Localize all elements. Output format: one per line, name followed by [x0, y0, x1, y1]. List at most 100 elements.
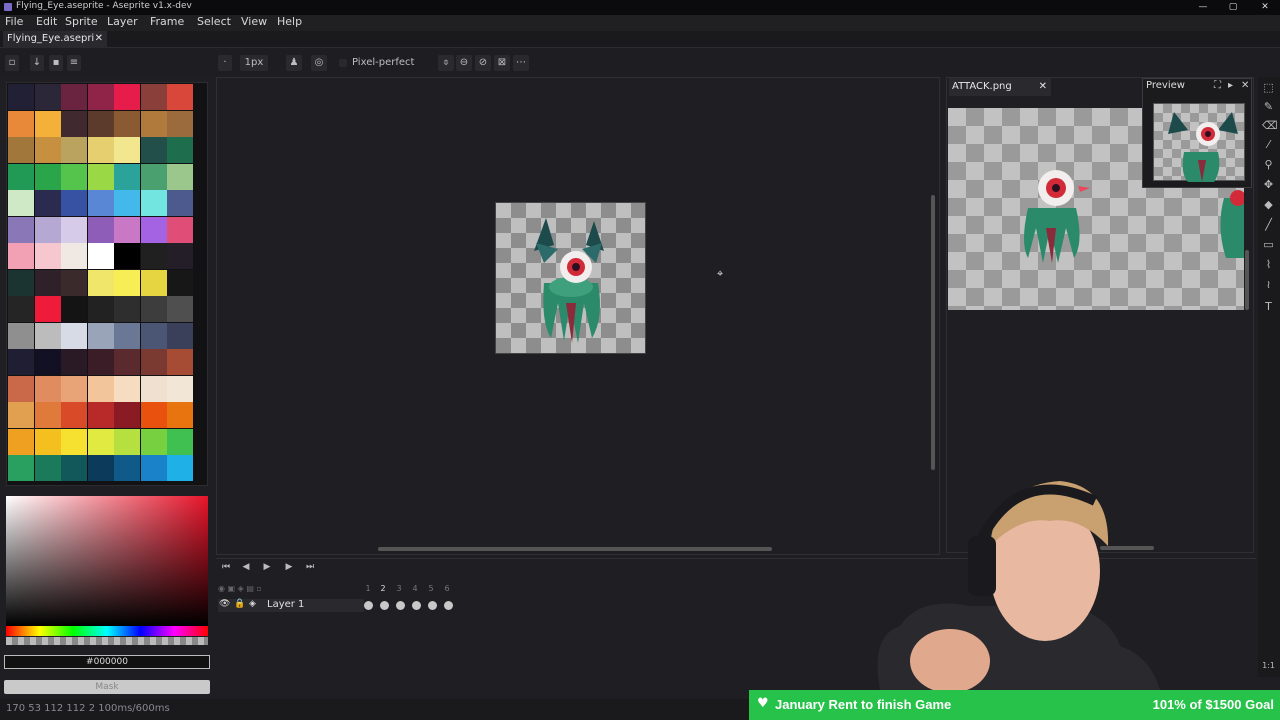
palette-swatch[interactable]	[167, 349, 193, 375]
lock-layer-icon[interactable]: 🔒	[234, 599, 245, 609]
editor2-scrollbar[interactable]	[1245, 250, 1249, 310]
palette-swatch[interactable]	[87, 375, 114, 402]
eyedropper-tool-icon[interactable]: ⁄	[1262, 138, 1275, 151]
palette-swatch[interactable]	[167, 243, 193, 269]
prev-frame-icon[interactable]: ◀	[238, 562, 254, 574]
brush-size-field[interactable]: 1px	[240, 55, 268, 71]
palette-swatch[interactable]	[87, 349, 114, 375]
palette-swatch[interactable]	[34, 269, 61, 296]
palette-swatch[interactable]	[87, 163, 114, 190]
palette-swatch[interactable]	[87, 216, 114, 243]
palette-swatch[interactable]	[114, 349, 140, 375]
palette-swatch[interactable]	[61, 322, 87, 349]
palette-swatch[interactable]	[61, 375, 87, 402]
palette-swatch[interactable]	[34, 84, 61, 110]
pencil-tool-icon[interactable]: ✎	[1262, 100, 1275, 113]
palette-swatch[interactable]	[8, 375, 34, 402]
menu-file[interactable]: File	[5, 15, 23, 31]
palette-swatch[interactable]	[167, 216, 193, 243]
palette-swatch[interactable]	[87, 243, 114, 269]
palette-swatch[interactable]	[61, 243, 87, 269]
pixel-perfect-checkbox[interactable]	[339, 59, 347, 67]
arrow-down-icon[interactable]: ↓	[30, 55, 44, 71]
horizontal-scrollbar[interactable]	[378, 547, 772, 551]
horizontal-symmetry-icon[interactable]: ⊖	[456, 55, 472, 71]
cel[interactable]	[428, 601, 437, 610]
palette-swatch[interactable]	[8, 455, 34, 481]
palette-swatch[interactable]	[114, 375, 140, 402]
palette-swatch[interactable]	[114, 216, 140, 243]
palette-swatch[interactable]	[167, 137, 193, 163]
menu-help[interactable]: Help	[277, 15, 302, 31]
palette-swatch[interactable]	[34, 375, 61, 402]
palette-swatch[interactable]	[61, 296, 87, 322]
preview-close-icon[interactable]: ✕	[1241, 80, 1249, 91]
palette-swatch[interactable]	[167, 322, 193, 349]
palette-swatch[interactable]	[140, 269, 167, 296]
close-window-button[interactable]: ✕	[1250, 0, 1280, 15]
palette-swatch[interactable]	[167, 84, 193, 110]
palette-swatch[interactable]	[87, 428, 114, 455]
preview-play-icon[interactable]: ⛶	[1214, 80, 1221, 91]
palette-swatch[interactable]	[61, 163, 87, 190]
move-tool-icon[interactable]: ✥	[1262, 178, 1275, 191]
frame-header[interactable]: 4	[409, 584, 421, 593]
hue-slider[interactable]	[6, 626, 208, 636]
text-tool-icon[interactable]: T	[1262, 300, 1275, 313]
palette-swatch[interactable]	[8, 296, 34, 322]
palette-swatch[interactable]	[114, 269, 140, 296]
palette-swatch[interactable]	[34, 455, 61, 481]
palette-swatch[interactable]	[140, 402, 167, 428]
zoom-1-1-icon[interactable]: 1:1	[1262, 659, 1275, 672]
last-frame-icon[interactable]: ⏭	[302, 562, 318, 574]
palette-swatch[interactable]	[8, 137, 34, 163]
cel[interactable]	[396, 601, 405, 610]
palette-swatch[interactable]	[167, 110, 193, 137]
frame-header[interactable]: 3	[393, 584, 405, 593]
palette-swatch[interactable]	[114, 296, 140, 322]
palette-swatch[interactable]	[8, 243, 34, 269]
palette-swatch[interactable]	[34, 243, 61, 269]
menu-select[interactable]: Select	[197, 15, 231, 31]
zoom-tool-icon[interactable]: ⚲	[1262, 158, 1275, 171]
palette-swatch[interactable]	[114, 243, 140, 269]
palette-swatch[interactable]	[167, 375, 193, 402]
palette-swatch[interactable]	[61, 110, 87, 137]
palette-swatch[interactable]	[8, 110, 34, 137]
palette-swatch[interactable]	[140, 455, 167, 481]
menu-sprite[interactable]: Sprite	[65, 15, 98, 31]
palette-swatch[interactable]	[140, 296, 167, 322]
palette-swatch[interactable]	[34, 322, 61, 349]
palette-swatch[interactable]	[61, 455, 87, 481]
mask-color-field[interactable]: Mask	[4, 680, 210, 694]
palette-swatch[interactable]	[61, 349, 87, 375]
palette-swatch[interactable]	[34, 296, 61, 322]
palette-swatch[interactable]	[167, 269, 193, 296]
palette-swatch[interactable]	[34, 163, 61, 190]
play-icon[interactable]: ▶	[259, 562, 275, 574]
palette-swatch[interactable]	[8, 428, 34, 455]
save-icon[interactable]: ▪	[49, 55, 63, 71]
palette-swatch[interactable]	[8, 349, 34, 375]
palette-swatch[interactable]	[8, 163, 34, 190]
palette-swatch[interactable]	[34, 402, 61, 428]
palette-swatch[interactable]	[34, 428, 61, 455]
tab-flying-eye[interactable]: Flying_Eye.asepri ✕	[3, 31, 107, 48]
palette-swatch[interactable]	[140, 190, 167, 216]
palette-swatch[interactable]	[114, 190, 140, 216]
sprite-canvas[interactable]	[495, 202, 646, 354]
palette-swatch[interactable]	[8, 190, 34, 216]
palette-swatch[interactable]	[87, 322, 114, 349]
palette-swatch[interactable]	[34, 190, 61, 216]
palette-swatch[interactable]	[87, 84, 114, 110]
close-tab-icon[interactable]: ✕	[95, 31, 103, 46]
ink-icon[interactable]: ♟	[286, 55, 302, 71]
menu-layer[interactable]: Layer	[107, 15, 138, 31]
fill-tool-icon[interactable]: ◆	[1262, 198, 1275, 211]
palette-swatch[interactable]	[8, 216, 34, 243]
palette-swatch[interactable]	[114, 322, 140, 349]
frame-header[interactable]: 2	[377, 584, 389, 593]
palette-swatch[interactable]	[87, 110, 114, 137]
line-tool-icon[interactable]: ╱	[1262, 218, 1275, 231]
marquee-tool-icon[interactable]: ⬚	[1262, 81, 1275, 94]
